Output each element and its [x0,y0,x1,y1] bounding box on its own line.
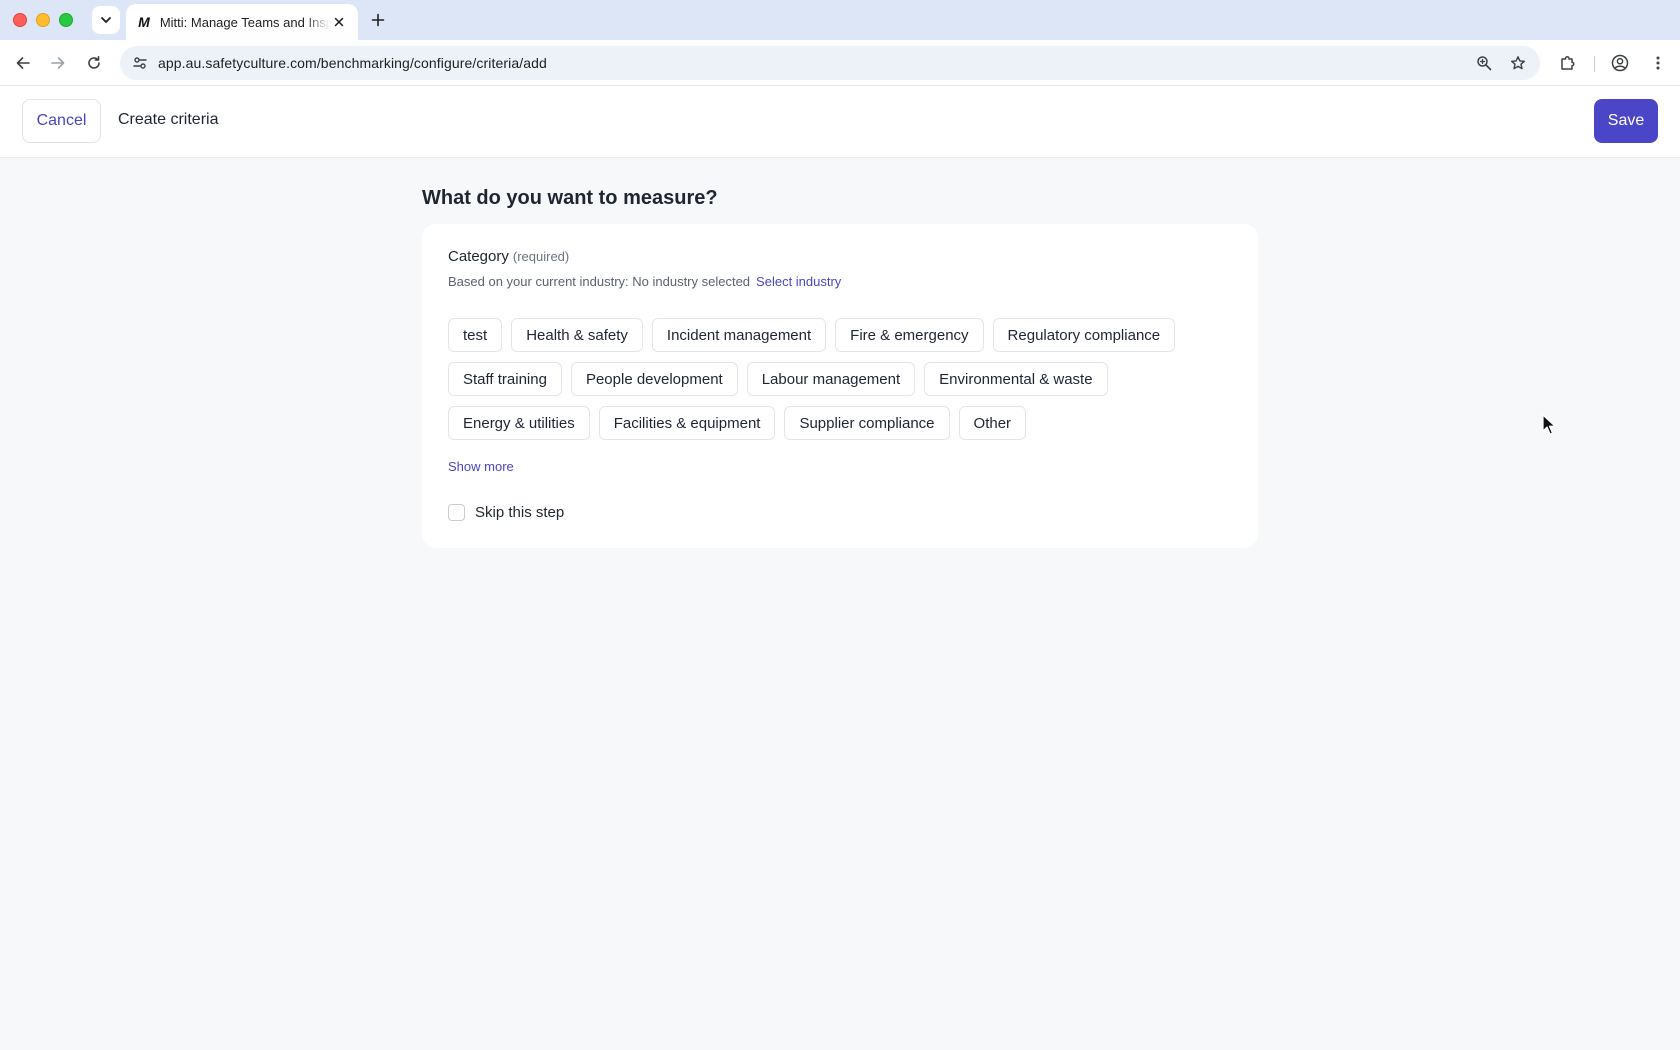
cancel-button[interactable]: Cancel [22,99,101,143]
skip-step-label[interactable]: Skip this step [475,504,564,521]
category-chip[interactable]: Health & safety [511,318,643,352]
category-chip[interactable]: Facilities & equipment [598,406,776,440]
category-chip[interactable]: test [448,318,503,352]
site-info-button[interactable] [122,55,158,71]
category-chip[interactable]: People development [570,362,738,396]
category-chip[interactable]: Environmental & waste [924,362,1108,396]
category-chip[interactable]: Labour management [746,362,916,396]
browser-titlebar: M Mitti: Manage Teams and Inspections [0,0,1680,40]
arrow-right-icon [51,57,65,69]
toolbar-divider [1594,56,1595,72]
mouse-cursor-icon [1542,414,1556,435]
mitti-favicon-icon: M [138,14,150,30]
skip-step-row[interactable]: Skip this step [448,504,564,521]
window-minimize-button[interactable] [36,13,50,27]
select-industry-link[interactable]: Select industry [756,274,841,289]
url-text[interactable]: app.au.safetyculture.com/benchmarking/co… [158,55,547,71]
category-chip[interactable]: Staff training [448,362,562,396]
tab-title: Mitti: Manage Teams and Inspections [159,14,331,30]
zoom-button[interactable] [1472,51,1496,75]
bookmark-button[interactable] [1506,51,1530,75]
category-chip-row: Energy & utilities Facilities & equipment… [448,406,1238,440]
page-title: Create criteria [118,111,219,128]
arrow-left-icon [16,57,30,69]
industry-text: Based on your current industry: No indus… [448,274,751,289]
window-close-button[interactable] [13,13,27,27]
app-header: Cancel Create criteria Save [0,86,1680,158]
skip-step-checkbox[interactable] [448,504,465,521]
forward-button[interactable] [46,51,70,75]
category-chip[interactable]: Other [958,406,1027,440]
chevron-down-icon [101,17,111,23]
plus-icon [371,13,385,27]
browser-tab-active[interactable]: M Mitti: Manage Teams and Inspections [126,4,358,40]
industry-info: Based on your current industry: No indus… [448,274,841,289]
reload-icon [88,56,100,69]
window-zoom-button[interactable] [59,13,73,27]
extensions-button[interactable] [1556,51,1580,75]
tune-icon [133,57,147,69]
profile-button[interactable] [1608,51,1632,75]
close-icon [334,17,344,27]
account-circle-icon [1611,54,1629,72]
new-tab-button[interactable] [366,8,390,32]
back-button[interactable] [11,51,35,75]
category-card: Category (required) Based on your current… [422,224,1258,548]
browser-menu-button[interactable] [1646,51,1670,75]
browser-toolbar: app.au.safetyculture.com/benchmarking/co… [0,40,1680,86]
category-label: Category (required) [448,248,569,265]
category-chip-list: test Health & safety Incident management Fi… [448,318,1238,450]
category-chip-row: test Health & safety Incident management Fi… [448,318,1238,352]
category-chip[interactable]: Energy & utilities [448,406,590,440]
tab-list-button[interactable] [92,6,120,34]
category-chip[interactable]: Regulatory compliance [992,318,1176,352]
star-icon [1511,56,1525,70]
puzzle-icon [1561,56,1575,70]
tab-close-button[interactable] [330,13,348,31]
category-chip-row: Staff training People development Labour m… [448,362,1238,396]
reload-button[interactable] [82,51,106,75]
required-hint: (required) [512,249,570,264]
category-chip[interactable]: Fire & emergency [835,318,984,352]
category-chip[interactable]: Supplier compliance [784,406,950,440]
more-vertical-icon [1656,56,1660,70]
zoom-in-icon [1477,56,1492,71]
section-heading: What do you want to measure? [422,187,718,209]
category-label-text: Category [448,248,509,265]
address-bar[interactable]: app.au.safetyculture.com/benchmarking/co… [120,46,1540,80]
save-button[interactable]: Save [1594,99,1658,143]
show-more-link[interactable]: Show more [448,459,514,474]
category-chip[interactable]: Incident management [651,318,827,352]
